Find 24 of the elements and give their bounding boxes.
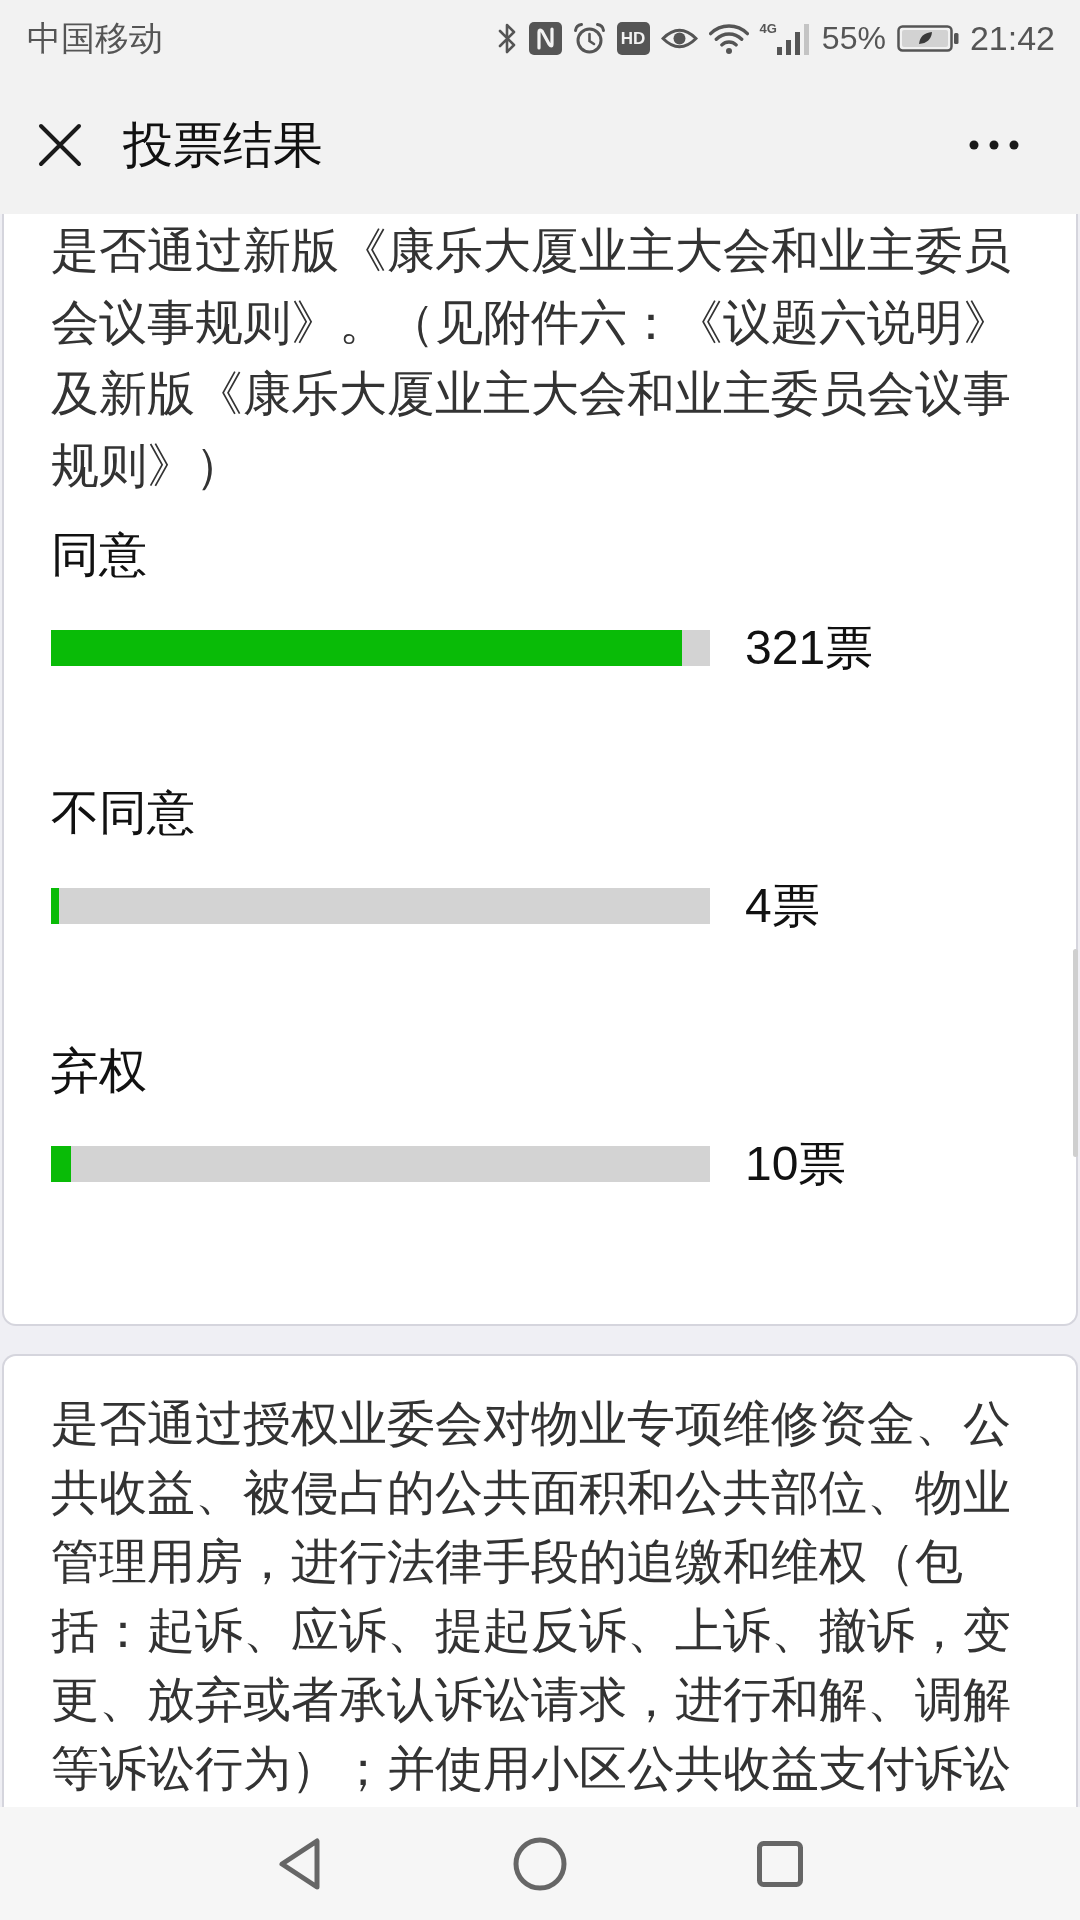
close-icon[interactable] [38,123,82,167]
carrier-name: 中国移动 [27,18,163,58]
more-options-icon[interactable] [969,140,1019,150]
signal-bars-icon [775,21,811,55]
hd-badge: HD [616,21,650,55]
home-icon[interactable] [513,1836,567,1891]
bluetooth-icon [496,21,518,55]
vote-count: 321票 [745,624,874,672]
battery-percent: 55% [821,19,886,57]
recent-apps-icon[interactable] [757,1840,803,1887]
network-type-label: 4G [759,21,777,36]
page-title: 投票结果 [123,116,323,175]
option-label: 弃权 [51,1043,147,1099]
nfc-icon [528,21,562,55]
vote-count: 10票 [745,1140,847,1188]
back-icon[interactable] [277,1836,323,1891]
question-text: 是否通过新版《康乐大厦业主大会和业主委员会议事规则》。（见附件六：《议题六说明》及新版《康乐大厦业主大会和业主委员会议事规则》） [51,223,1012,494]
question-text: 是否通过授权业委会对物业专项维修资金、公共收益、被侵占的公共面积和公共部位、物业管理用房，进行法律手段的追缴和维权（包括：起诉、应诉、提起反诉、上诉、撤诉，变更、放弃或者承认诉讼请求，进行和解、调解等诉讼行为）；并使用小区公共收益支付诉讼 [51,1396,1012,1797]
clock-time: 21:42 [969,18,1055,58]
alarm-clock-icon [572,21,606,55]
option-label: 同意 [51,527,147,583]
vote-count: 4票 [745,882,820,930]
option-label: 不同意 [51,785,195,841]
wifi-icon [708,21,749,55]
